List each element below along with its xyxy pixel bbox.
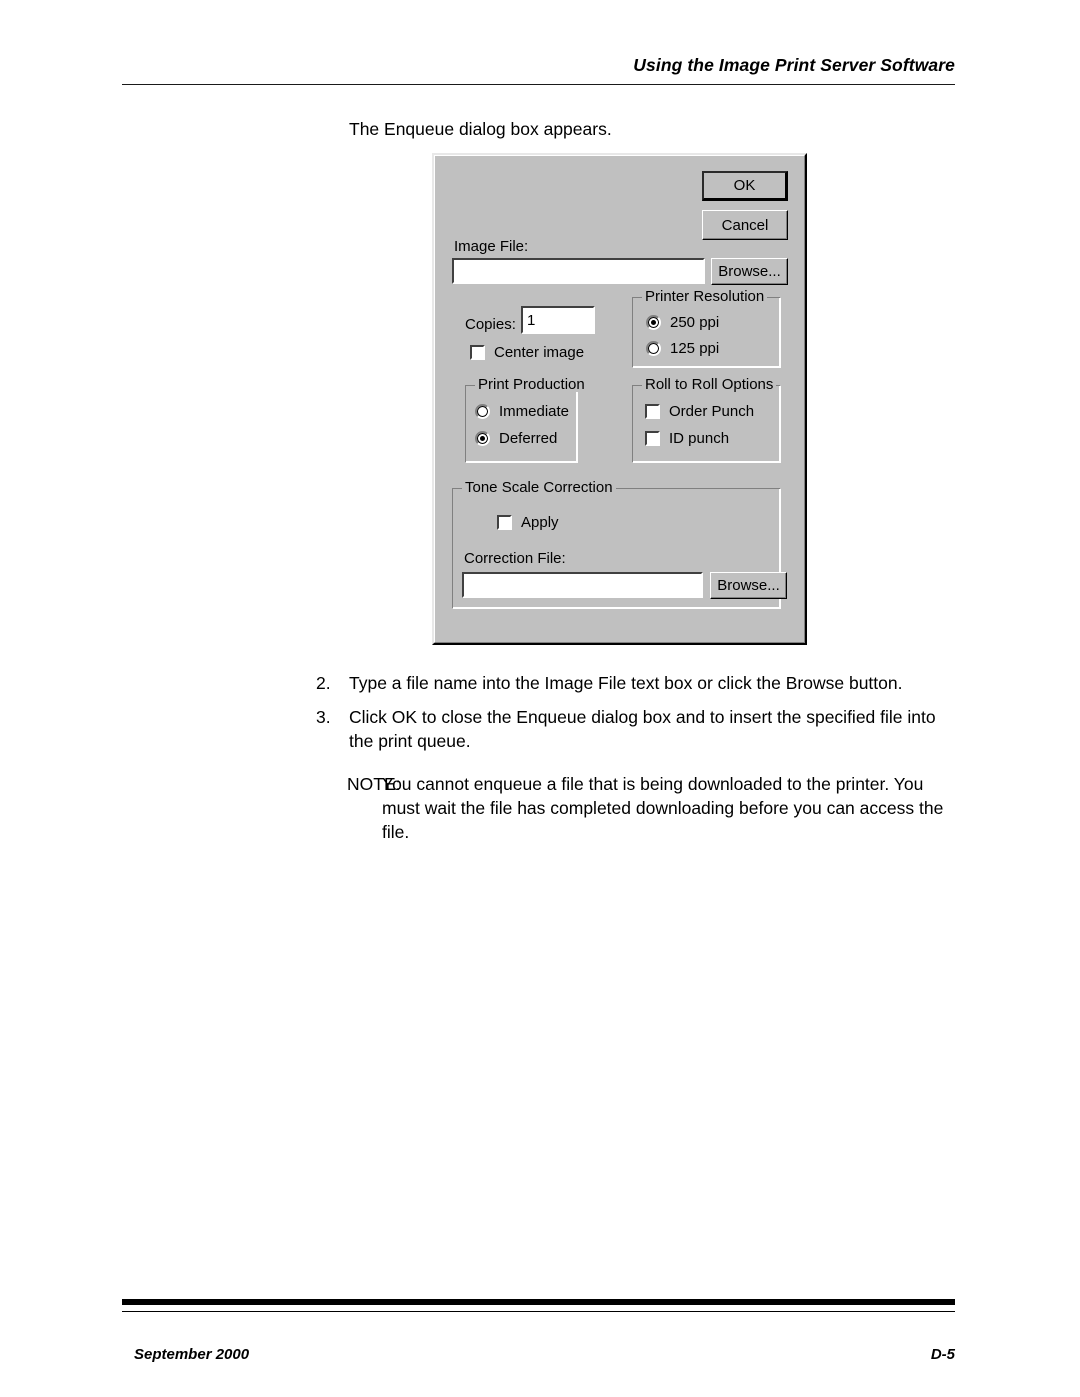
print-production-title: Print Production: [475, 377, 588, 392]
enqueue-dialog-surface: OK Cancel Image File: Browse... Copies: …: [434, 155, 805, 643]
checkbox-icon: [645, 404, 660, 419]
radio-immediate[interactable]: Immediate: [475, 403, 569, 420]
center-image-label: Center image: [494, 344, 585, 361]
footer-rule-thin: [122, 1311, 955, 1312]
browse-correction-file-button[interactable]: Browse...: [710, 572, 787, 599]
radio-250-ppi-label: 250 ppi: [670, 314, 720, 331]
radio-selected-icon: [475, 431, 490, 446]
footer-page-number: D-5: [930, 1346, 955, 1363]
instruction-list: 2. Type a file name into the Image File …: [316, 671, 956, 844]
page-header-title: Using the Image Print Server Software: [633, 55, 955, 75]
step-number: 2.: [316, 673, 331, 693]
radio-125-ppi-label: 125 ppi: [670, 340, 720, 357]
cancel-button[interactable]: Cancel: [702, 210, 788, 240]
list-item: 3. Click OK to close the Enqueue dialog …: [316, 705, 956, 753]
tone-scale-correction-group: Tone Scale Correction Apply Correction F…: [451, 480, 787, 609]
browse-image-file-label: Browse...: [718, 263, 781, 280]
step-text: Type a file name into the Image File tex…: [349, 673, 903, 693]
note-label: NOTE:: [347, 774, 401, 794]
roll-to-roll-group: Roll to Roll Options Order Punch ID punc…: [631, 377, 781, 463]
enqueue-dialog: OK Cancel Image File: Browse... Copies: …: [432, 153, 807, 645]
id-punch-label: ID punch: [669, 430, 730, 447]
order-punch-checkbox[interactable]: Order Punch: [645, 403, 754, 420]
radio-125-ppi[interactable]: 125 ppi: [646, 340, 719, 357]
checkbox-icon: [470, 345, 485, 360]
list-item: 2. Type a file name into the Image File …: [316, 671, 956, 695]
radio-selected-icon: [646, 315, 661, 330]
ok-button-label: OK: [733, 177, 756, 194]
checkbox-icon: [497, 515, 512, 530]
radio-unselected-icon: [475, 404, 490, 419]
cancel-button-label: Cancel: [721, 216, 769, 234]
printer-resolution-group: Printer Resolution 250 ppi 125 ppi: [631, 289, 781, 368]
tone-scale-title: Tone Scale Correction: [462, 480, 616, 495]
apply-label: Apply: [521, 514, 559, 531]
browse-image-file-button[interactable]: Browse...: [711, 258, 788, 285]
id-punch-checkbox[interactable]: ID punch: [645, 430, 729, 447]
step-number: 3.: [316, 707, 331, 727]
footer-date: September 2000: [134, 1346, 250, 1363]
note-text: You cannot enqueue a file that is being …: [382, 774, 944, 842]
note-block: NOTE: You cannot enqueue a file that is …: [316, 772, 956, 844]
printer-resolution-title: Printer Resolution: [642, 289, 768, 304]
header-divider: [122, 84, 955, 85]
correction-file-label: Correction File:: [464, 550, 566, 567]
image-file-label: Image File:: [454, 238, 529, 255]
browse-correction-file-label: Browse...: [717, 577, 780, 594]
radio-unselected-icon: [646, 341, 661, 356]
apply-checkbox[interactable]: Apply: [497, 514, 559, 531]
step-text: Click OK to close the Enqueue dialog box…: [349, 707, 936, 751]
correction-file-input[interactable]: [462, 572, 703, 598]
radio-deferred[interactable]: Deferred: [475, 430, 557, 447]
copies-input[interactable]: 1: [521, 306, 595, 334]
intro-text: The Enqueue dialog box appears.: [349, 119, 612, 139]
radio-deferred-label: Deferred: [499, 430, 558, 447]
ok-button[interactable]: OK: [702, 171, 788, 201]
copies-label: Copies:: [465, 316, 516, 333]
print-production-group-etch: [464, 384, 578, 463]
footer-rule-thick: [122, 1299, 955, 1305]
roll-to-roll-title: Roll to Roll Options: [642, 377, 777, 392]
image-file-input[interactable]: [452, 258, 705, 284]
page-header: Using the Image Print Server Software: [122, 55, 955, 85]
checkbox-icon: [645, 431, 660, 446]
order-punch-label: Order Punch: [669, 403, 755, 420]
roll-to-roll-group-etch: [631, 384, 781, 463]
center-image-checkbox[interactable]: Center image: [470, 344, 584, 361]
radio-250-ppi[interactable]: 250 ppi: [646, 314, 719, 331]
radio-immediate-label: Immediate: [499, 403, 570, 420]
print-production-group: Print Production Immediate Deferred: [464, 377, 588, 463]
